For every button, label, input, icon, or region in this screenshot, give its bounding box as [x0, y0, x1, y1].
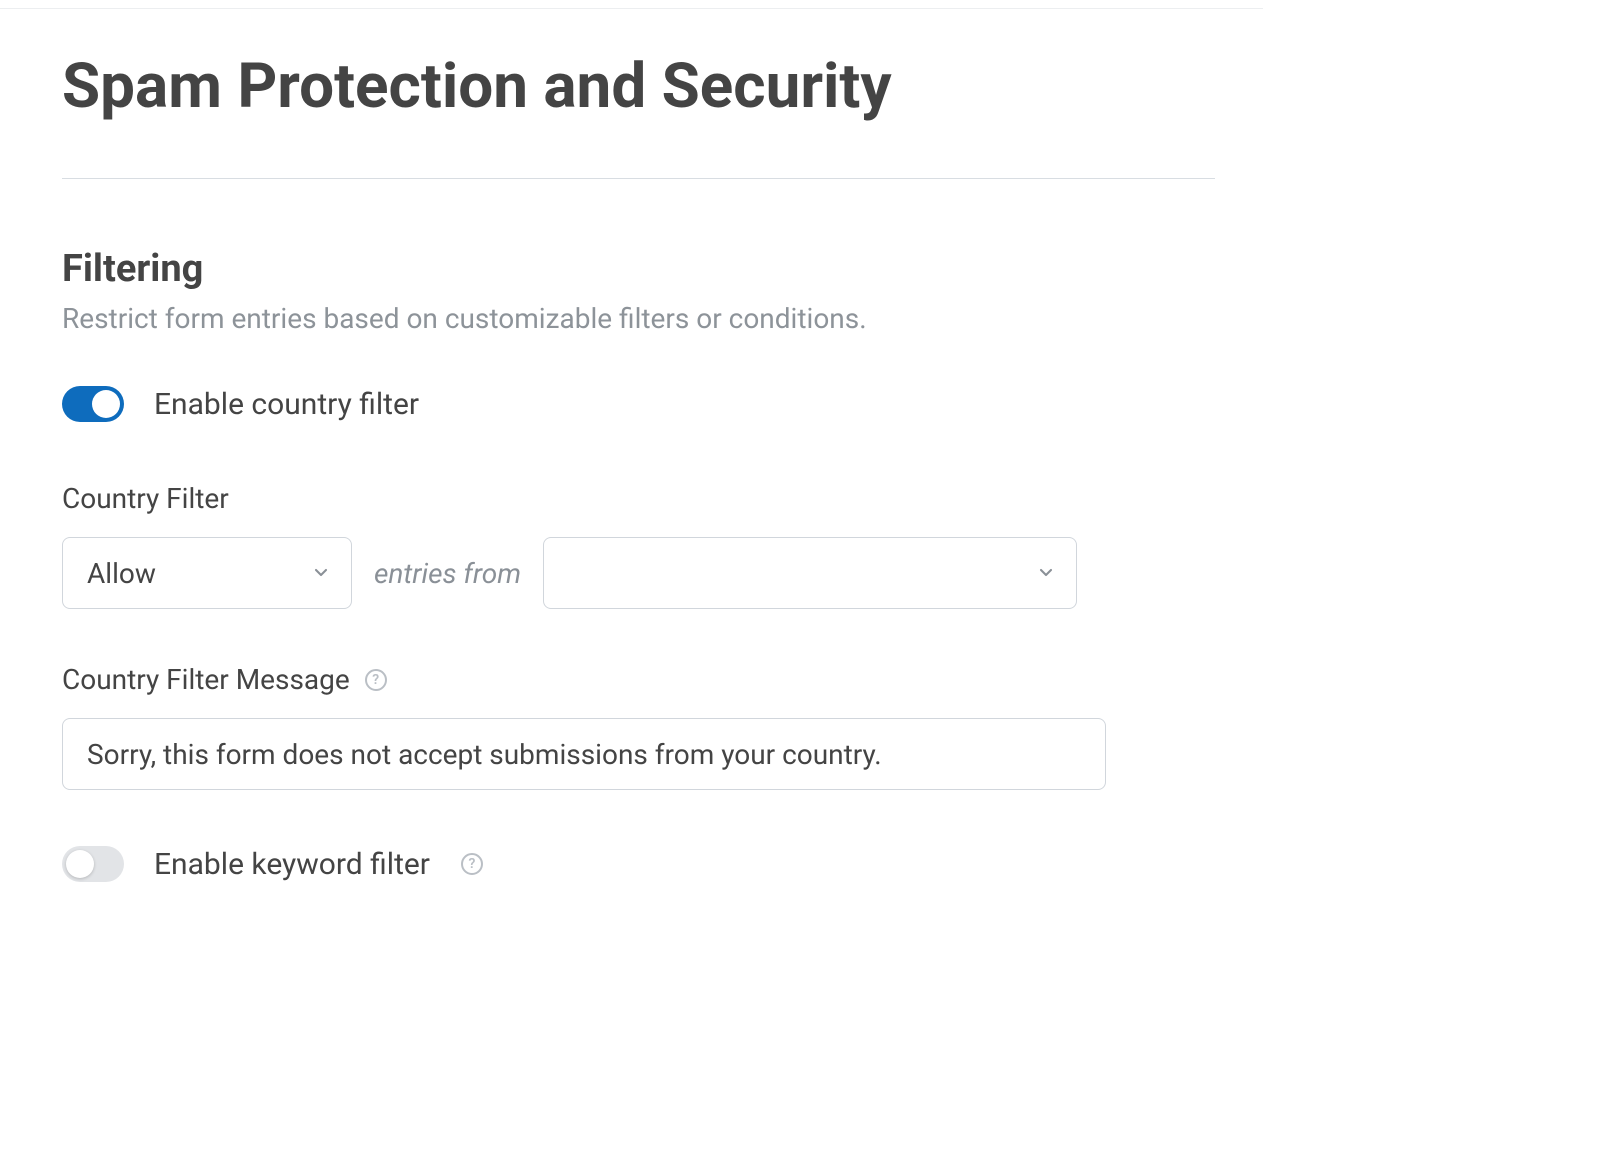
- entries-from-text: entries from: [374, 557, 521, 590]
- help-icon[interactable]: ?: [460, 852, 484, 876]
- enable-country-filter-toggle[interactable]: [62, 386, 124, 422]
- country-filter-action-select[interactable]: Allow: [62, 537, 352, 609]
- toggle-knob: [66, 850, 94, 878]
- country-filter-label: Country Filter: [62, 482, 1215, 515]
- country-filter-action-value: Allow: [87, 557, 156, 590]
- enable-keyword-filter-toggle[interactable]: [62, 846, 124, 882]
- page-title: Spam Protection and Security: [62, 51, 1215, 122]
- country-filter-label-text: Country Filter: [62, 482, 229, 515]
- chevron-down-icon: [311, 557, 331, 590]
- country-filter-message-label: Country Filter Message ?: [62, 663, 1215, 696]
- help-icon[interactable]: ?: [364, 668, 388, 692]
- enable-country-filter-label: Enable country filter: [154, 387, 419, 422]
- enable-keyword-filter-label: Enable keyword filter: [154, 847, 430, 882]
- country-filter-message-label-text: Country Filter Message: [62, 663, 350, 696]
- filtering-section-title: Filtering: [62, 247, 1215, 291]
- country-filter-countries-select[interactable]: [543, 537, 1077, 609]
- toggle-knob: [92, 390, 120, 418]
- chevron-down-icon: [1036, 557, 1056, 590]
- filtering-section-description: Restrict form entries based on customiza…: [62, 299, 1215, 338]
- country-filter-message-input[interactable]: [62, 718, 1106, 790]
- section-divider: [62, 178, 1215, 179]
